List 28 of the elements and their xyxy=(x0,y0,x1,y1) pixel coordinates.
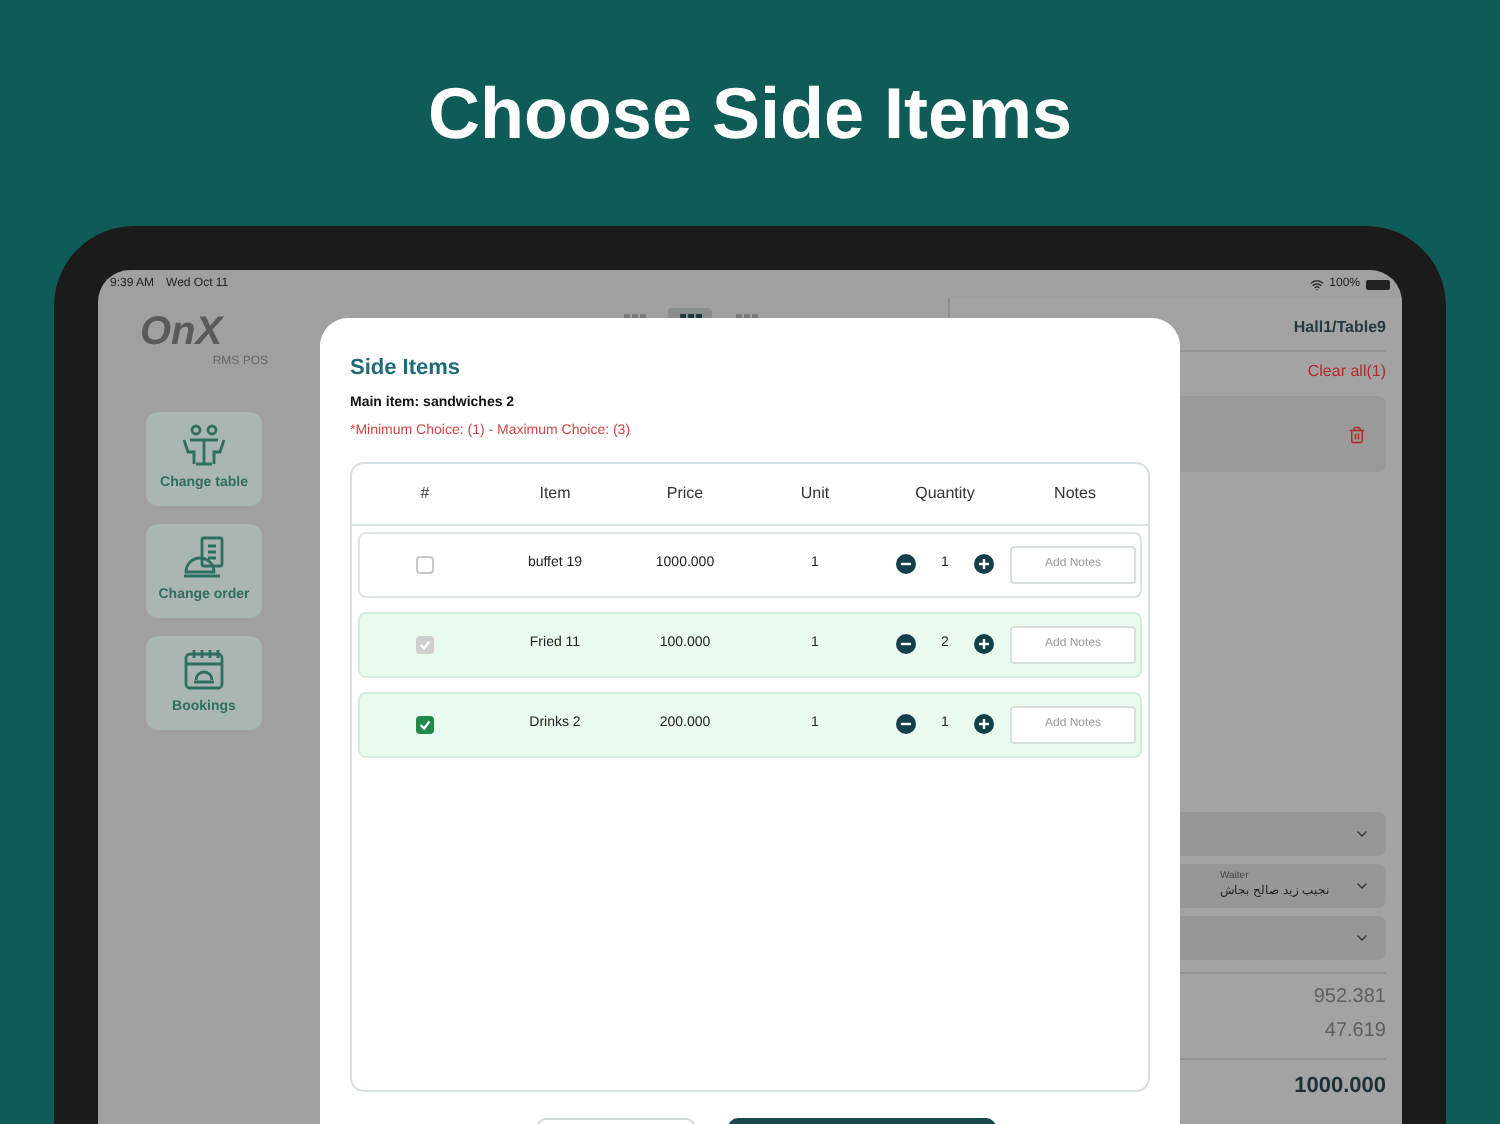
battery-icon xyxy=(1366,279,1390,289)
column-header: Item xyxy=(537,481,573,505)
column-header: Unit xyxy=(798,481,832,505)
amount-text: 47.619 xyxy=(1324,1018,1386,1046)
column-header: # xyxy=(418,481,432,505)
minus-icon[interactable] xyxy=(895,714,916,734)
dropdown-caret-icon xyxy=(1354,826,1370,842)
total-amount: 1000.000 xyxy=(1294,1072,1386,1102)
column-header: Price xyxy=(664,481,706,505)
plus-icon[interactable] xyxy=(974,554,995,574)
headline: Choose Side Items xyxy=(427,69,1073,157)
column-header: Notes xyxy=(1052,481,1098,505)
dropdown-caret-icon xyxy=(1354,930,1370,946)
checkbox[interactable] xyxy=(416,715,434,733)
table-name: Hall1/Table9 xyxy=(1293,316,1386,340)
logo-mark: OnX xyxy=(140,310,223,354)
cloche-menu-icon xyxy=(180,535,228,580)
checkbox[interactable] xyxy=(416,555,434,573)
wifi-icon xyxy=(1309,277,1324,291)
dropdown-caret-icon xyxy=(1354,878,1370,894)
minus-icon[interactable] xyxy=(895,554,916,574)
plus-icon[interactable] xyxy=(974,714,995,734)
modal-title: Side Items xyxy=(350,354,463,384)
column-header: Quantity xyxy=(913,481,977,505)
clear-all-link[interactable]: Clear all(1) xyxy=(1307,360,1386,384)
calendar-icon xyxy=(182,647,226,692)
amount-text: 952.381 xyxy=(1313,984,1386,1012)
dining-table-icon xyxy=(180,423,228,468)
